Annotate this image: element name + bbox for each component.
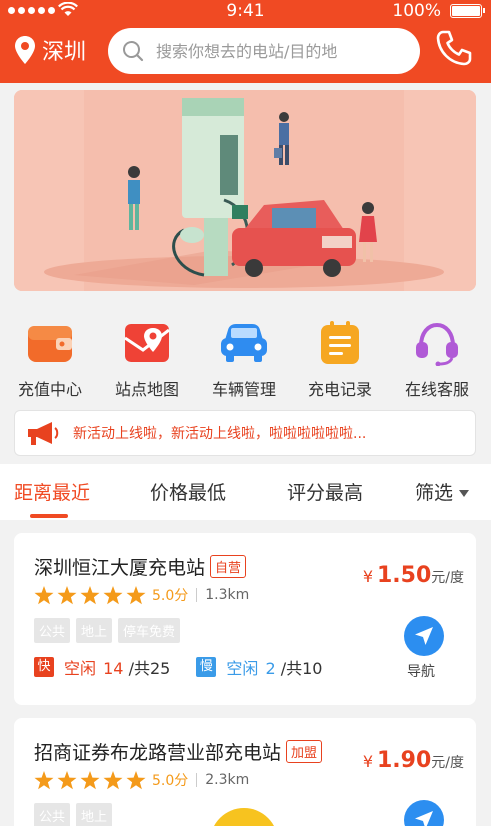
sort-tabs: 距离最近 价格最低 评分最高 筛选 xyxy=(0,464,491,520)
quick-online-service[interactable]: 在线客服 xyxy=(389,320,485,400)
charger-availability: 快 空闲 14 /共25 慢 空闲 2 /共10 xyxy=(34,655,322,679)
station-rating: 5.0分 1.3km xyxy=(34,585,249,605)
notice-bar[interactable]: 新活动上线啦，新活动上线啦，啦啦啦啦啦啦... xyxy=(14,410,476,456)
quick-label: 车辆管理 xyxy=(211,380,276,399)
active-tab-indicator xyxy=(30,514,68,518)
car-icon xyxy=(221,324,267,362)
headset-icon xyxy=(416,322,458,366)
station-tags: 公共 地上 停车免费 xyxy=(34,618,181,643)
station-badge: 自营 xyxy=(210,555,247,578)
station-tag: 公共 xyxy=(34,803,71,826)
price-value: 1.90 xyxy=(377,748,432,773)
star-rating xyxy=(34,585,146,605)
wallet-icon xyxy=(28,326,72,362)
slow-charge-badge: 慢 xyxy=(196,657,217,677)
search-bar[interactable] xyxy=(108,28,420,74)
station-tag: 地上 xyxy=(76,803,113,826)
tab-filter[interactable]: 筛选 xyxy=(415,478,470,505)
station-title: 招商证券布龙路营业部充电站 加盟 xyxy=(34,738,323,765)
star-icon xyxy=(126,585,146,604)
tab-nearest[interactable]: 距离最近 xyxy=(14,478,90,505)
station-tag: 停车免费 xyxy=(118,618,181,643)
star-icon xyxy=(126,770,146,789)
station-score: 5.0分 xyxy=(152,773,189,789)
quick-label: 充值中心 xyxy=(17,380,82,399)
search-icon xyxy=(123,41,144,62)
star-icon xyxy=(57,770,77,789)
price-currency: ¥ xyxy=(362,752,373,771)
price-currency: ¥ xyxy=(362,567,373,586)
star-icon xyxy=(34,770,54,789)
navigation-arrow-icon xyxy=(415,627,433,645)
slow-idle-label: 空闲 xyxy=(226,659,259,678)
station-score: 5.0分 xyxy=(152,588,189,604)
navigate-button[interactable] xyxy=(404,616,444,656)
divider xyxy=(196,588,198,602)
tab-highest-rating[interactable]: 评分最高 xyxy=(287,478,363,505)
city-name: 深圳 xyxy=(42,40,87,65)
star-icon xyxy=(57,585,77,604)
star-rating xyxy=(34,770,146,790)
station-title: 深圳恒江大厦充电站 自营 xyxy=(34,553,247,580)
station-rating: 5.0分 2.3km xyxy=(34,770,249,790)
navigate-button[interactable] xyxy=(404,800,444,826)
station-distance: 1.3km xyxy=(205,587,250,603)
fast-idle-count: 14 xyxy=(103,659,124,678)
station-tag: 地上 xyxy=(76,618,113,643)
slow-idle-count: 2 xyxy=(265,659,276,678)
location-pin-icon xyxy=(15,36,35,64)
quick-recharge[interactable]: 充值中心 xyxy=(2,320,98,400)
quick-label: 站点地图 xyxy=(114,380,179,399)
fast-charge-status: 空闲 14 /共25 xyxy=(64,655,170,679)
fast-total: /共25 xyxy=(128,659,171,678)
megaphone-icon xyxy=(28,422,59,445)
map-icon xyxy=(124,324,170,362)
record-icon xyxy=(321,321,359,364)
quick-station-map[interactable]: 站点地图 xyxy=(99,320,195,400)
search-input[interactable] xyxy=(156,41,406,61)
battery-icon xyxy=(450,4,485,18)
status-bar: 9:41 100% xyxy=(0,0,491,22)
phone-icon[interactable] xyxy=(434,28,474,68)
navigate-label: 导航 xyxy=(407,664,435,680)
price-unit: 元/度 xyxy=(431,570,464,586)
station-tag: 公共 xyxy=(34,618,71,643)
slow-charge-status: 空闲 2 /共10 xyxy=(226,655,322,679)
station-tags: 公共 地上 xyxy=(34,803,113,826)
price-unit: 元/度 xyxy=(431,755,464,771)
station-price: ¥1.90元/度 xyxy=(363,748,464,773)
station-badge: 加盟 xyxy=(286,740,323,763)
station-name: 深圳恒江大厦充电站 xyxy=(34,557,206,579)
station-distance: 2.3km xyxy=(205,772,250,788)
star-icon xyxy=(34,585,54,604)
star-icon xyxy=(80,770,100,789)
price-value: 1.50 xyxy=(377,563,432,588)
quick-actions: 充值中心 站点地图 车辆管理 充电记录 在线客服 xyxy=(0,320,491,400)
quick-charge-record[interactable]: 充电记录 xyxy=(292,320,388,400)
city-selector[interactable]: 深圳 xyxy=(14,30,86,70)
battery-percent: 100% xyxy=(392,1,441,21)
quick-vehicle[interactable]: 车辆管理 xyxy=(196,320,292,400)
quick-label: 充电记录 xyxy=(307,380,372,399)
navigation-arrow-icon xyxy=(415,811,433,826)
tab-lowest-price[interactable]: 价格最低 xyxy=(150,478,226,505)
filter-label: 筛选 xyxy=(415,482,454,504)
station-price: ¥1.50元/度 xyxy=(363,563,464,588)
notice-text: 新活动上线啦，新活动上线啦，啦啦啦啦啦啦... xyxy=(73,426,367,442)
star-icon xyxy=(103,770,123,789)
station-name: 招商证券布龙路营业部充电站 xyxy=(34,742,282,764)
star-icon xyxy=(103,585,123,604)
slow-total: /共10 xyxy=(280,659,323,678)
quick-label: 在线客服 xyxy=(404,380,469,399)
station-card[interactable]: 深圳恒江大厦充电站 自营 ¥1.50元/度 5.0分 1.3km 公共 地上 停车… xyxy=(14,533,476,705)
star-icon xyxy=(80,585,100,604)
fast-charge-badge: 快 xyxy=(34,657,54,677)
divider xyxy=(196,773,198,787)
banner-illustration xyxy=(14,90,476,291)
caret-down-icon xyxy=(459,490,470,497)
promo-banner[interactable] xyxy=(14,90,476,291)
header-bar: 9:41 100% 深圳 xyxy=(0,0,491,83)
fast-idle-label: 空闲 xyxy=(64,659,97,678)
